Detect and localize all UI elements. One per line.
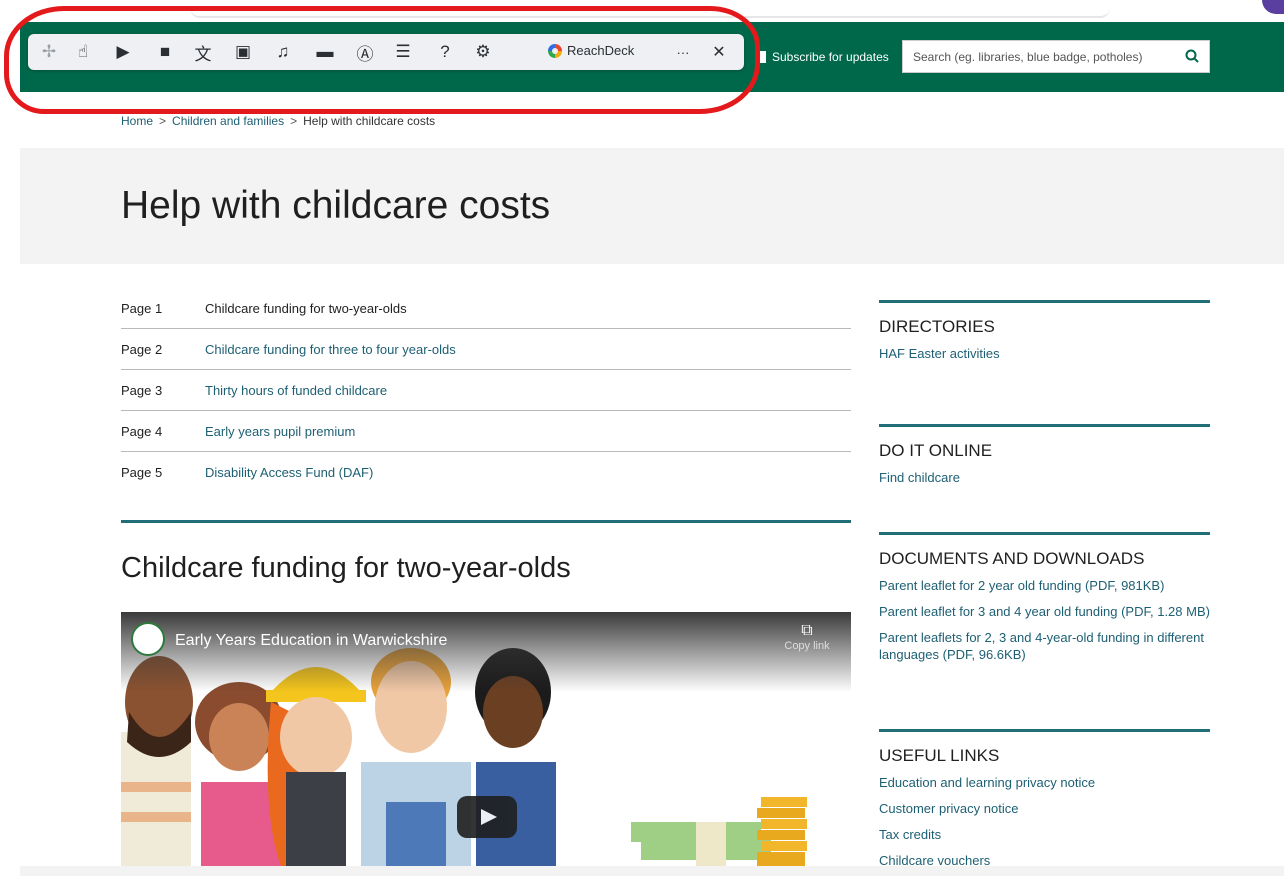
copy-icon: ⧉ bbox=[801, 622, 813, 639]
sidebar-useful-links: USEFUL LINKS Education and learning priv… bbox=[879, 729, 1210, 878]
page-number: Page 5 bbox=[121, 464, 163, 480]
profile-corner bbox=[1262, 0, 1284, 14]
browser-top-strip bbox=[0, 0, 1284, 22]
breadcrumb-current: Help with childcare costs bbox=[303, 114, 436, 128]
page-link[interactable]: Disability Access Fund (DAF) bbox=[205, 465, 373, 480]
reachdeck-logo-icon bbox=[548, 43, 562, 58]
picture-icon[interactable]: ▣ bbox=[232, 42, 254, 62]
sidebar-rule bbox=[879, 300, 1210, 303]
subscribe-link[interactable]: Subscribe for updates bbox=[758, 50, 889, 64]
sidebar-heading: DIRECTORIES bbox=[879, 317, 995, 336]
page-row-2: Page 2 Childcare funding for three to fou… bbox=[121, 329, 851, 370]
page-list: Page 1 Childcare funding for two-year-old… bbox=[121, 288, 851, 492]
breadcrumb-home[interactable]: Home bbox=[121, 114, 153, 128]
page-title: Help with childcare costs bbox=[121, 184, 551, 227]
sidebar-heading: USEFUL LINKS bbox=[879, 746, 1000, 765]
footer-edge bbox=[20, 866, 1284, 876]
search-icon[interactable] bbox=[1185, 49, 1199, 63]
sidebar-link[interactable]: Parent leaflet for 2 year old funding (P… bbox=[879, 577, 1210, 594]
sidebar-link[interactable]: Parent leaflet for 3 and 4 year old fund… bbox=[879, 603, 1210, 620]
page-row-5: Page 5 Disability Access Fund (DAF) bbox=[121, 452, 851, 492]
sidebar-link[interactable]: Tax credits bbox=[879, 826, 1210, 843]
play-button[interactable] bbox=[457, 796, 517, 838]
help-icon[interactable]: ? bbox=[434, 42, 456, 62]
breadcrumb: Home > Children and families > Help with chi… bbox=[121, 114, 435, 128]
play-icon[interactable]: ▶ bbox=[112, 42, 134, 62]
page-number: Page 3 bbox=[121, 382, 163, 398]
video-player[interactable]: Early Years Education in Warwickshire ⧉ … bbox=[121, 612, 851, 866]
sidebar-rule bbox=[879, 532, 1210, 535]
subscribe-label: Subscribe for updates bbox=[772, 50, 889, 64]
sidebar-link[interactable]: HAF Easter activities bbox=[879, 345, 1210, 362]
breadcrumb-children-families[interactable]: Children and families bbox=[172, 114, 284, 128]
prediction-icon[interactable]: Ⓐ bbox=[354, 42, 376, 64]
search-input[interactable] bbox=[903, 41, 1173, 72]
sidebar-link[interactable]: Parent leaflets for 2, 3 and 4-year-old … bbox=[879, 629, 1210, 663]
copy-link-label: Copy link bbox=[784, 640, 830, 652]
page-link-current: Childcare funding for two-year-olds bbox=[205, 300, 407, 316]
sidebar-rule bbox=[879, 424, 1210, 427]
translate-icon[interactable]: 文 bbox=[192, 42, 214, 64]
sidebar-heading: DO IT ONLINE bbox=[879, 441, 993, 460]
page-link[interactable]: Thirty hours of funded childcare bbox=[205, 383, 387, 398]
breadcrumb-separator: > bbox=[159, 114, 167, 128]
settings-icon[interactable]: ⚙ bbox=[472, 42, 494, 62]
breadcrumb-separator: > bbox=[290, 114, 298, 128]
reachdeck-label: ReachDeck bbox=[567, 43, 635, 58]
page-row-1: Page 1 Childcare funding for two-year-old… bbox=[121, 288, 851, 329]
close-icon[interactable]: ✕ bbox=[708, 42, 730, 62]
page-link[interactable]: Early years pupil premium bbox=[205, 424, 355, 439]
search-box bbox=[902, 40, 1210, 73]
page-link[interactable]: Childcare funding for three to four year… bbox=[205, 342, 456, 357]
sidebar-heading: DOCUMENTS AND DOWNLOADS bbox=[879, 549, 1145, 568]
stop-icon[interactable]: ■ bbox=[154, 42, 176, 62]
more-icon[interactable]: ··· bbox=[672, 42, 694, 62]
hand-pointer-icon[interactable]: ☝ bbox=[72, 42, 94, 62]
section-title: Childcare funding for two-year-olds bbox=[121, 552, 571, 584]
move-icon[interactable]: ✢ bbox=[38, 42, 60, 62]
sidebar-do-it-online: DO IT ONLINE Find childcare bbox=[879, 424, 1210, 495]
reachdeck-brand[interactable]: ReachDeck bbox=[548, 43, 634, 58]
video-title-overlay bbox=[121, 612, 851, 692]
top-bar-edge bbox=[190, 4, 1110, 18]
page-row-3: Page 3 Thirty hours of funded childcare bbox=[121, 370, 851, 411]
envelope-icon bbox=[758, 51, 766, 63]
copy-link-button[interactable]: ⧉ Copy link bbox=[777, 622, 837, 652]
page-title-banner: Help with childcare costs bbox=[20, 148, 1284, 264]
page-number: Page 1 bbox=[121, 300, 163, 316]
screen-mask-icon[interactable]: ▬ bbox=[314, 42, 336, 62]
sidebar-documents: DOCUMENTS AND DOWNLOADS Parent leaflet f… bbox=[879, 532, 1210, 672]
video-title[interactable]: Early Years Education in Warwickshire bbox=[175, 632, 447, 650]
page-number: Page 4 bbox=[121, 423, 163, 439]
section-divider bbox=[121, 520, 851, 523]
sidebar-link[interactable]: Education and learning privacy notice bbox=[879, 774, 1210, 791]
channel-avatar[interactable] bbox=[131, 622, 165, 656]
sidebar-directories: DIRECTORIES HAF Easter activities bbox=[879, 300, 1210, 371]
sidebar-rule bbox=[879, 729, 1210, 732]
mp3-icon[interactable]: ♫ bbox=[272, 42, 294, 62]
add-list-icon[interactable]: ☰ bbox=[392, 42, 414, 62]
sidebar-link[interactable]: Customer privacy notice bbox=[879, 800, 1210, 817]
sidebar-link[interactable]: Find childcare bbox=[879, 469, 1210, 486]
page-number: Page 2 bbox=[121, 341, 163, 357]
page-row-4: Page 4 Early years pupil premium bbox=[121, 411, 851, 452]
reachdeck-toolbar: ✢ ☝ ▶ ■ 文 ▣ ♫ ▬ Ⓐ ☰? ⚙ ReachDeck ··· ✕ bbox=[28, 34, 744, 70]
